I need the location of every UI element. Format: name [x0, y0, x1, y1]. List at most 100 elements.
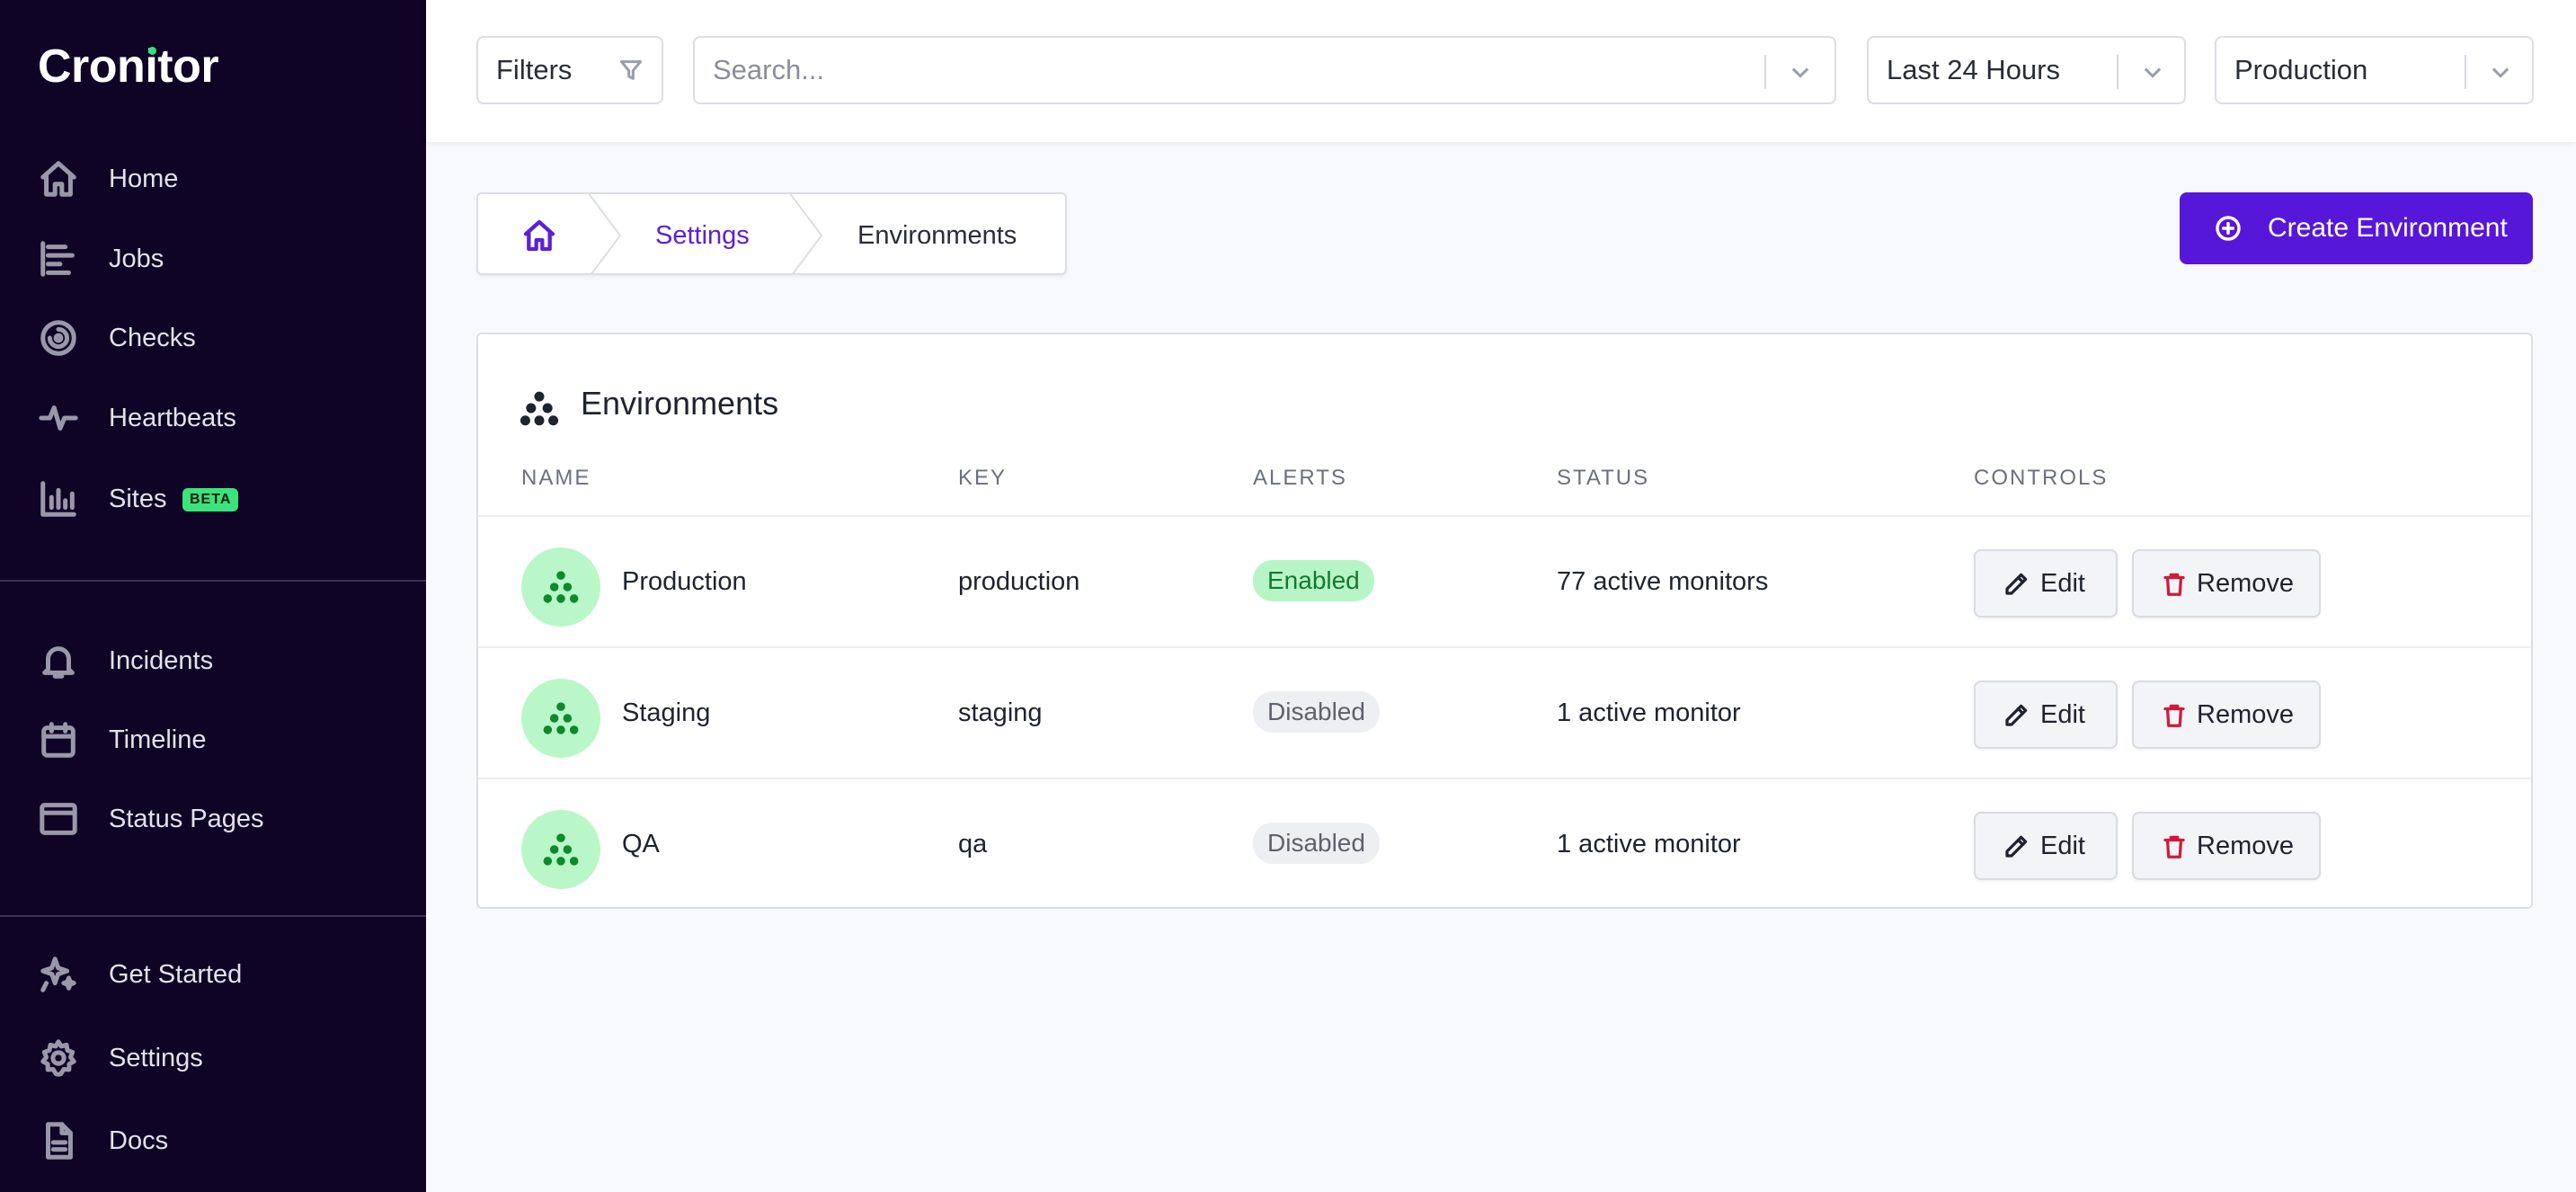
sidebar-item-label: Jobs [109, 244, 164, 273]
breadcrumb: Settings Environments [476, 192, 1067, 275]
column-header-status: STATUS [1557, 466, 1650, 490]
edit-button[interactable]: Edit [1974, 812, 2118, 880]
filters-label: Filters [496, 54, 573, 85]
pencil-icon [2003, 702, 2030, 729]
sidebar-item-label: Heartbeats [109, 403, 236, 432]
environment-icon [543, 702, 579, 734]
environment-name: Staging [622, 698, 711, 727]
heartbeat-icon [36, 396, 81, 440]
logo-dot [148, 47, 156, 55]
column-header-name: NAME [521, 466, 591, 490]
sidebar-item-sites[interactable]: Sites BETA [0, 467, 426, 530]
create-environment-button[interactable]: Create Environment [2180, 192, 2533, 264]
trash-icon [2161, 571, 2188, 598]
sidebar-item-checks[interactable]: Checks [0, 307, 426, 369]
chevron-down-icon[interactable] [1788, 59, 1813, 85]
document-icon [36, 1118, 81, 1163]
home-icon [36, 156, 81, 201]
breadcrumb-settings-link[interactable]: Settings [655, 221, 750, 251]
checks-icon [36, 316, 81, 360]
breadcrumb-separator [787, 194, 823, 273]
trash-icon [2161, 702, 2188, 729]
bell-icon [36, 638, 81, 683]
create-environment-label: Create Environment [2268, 213, 2508, 243]
sidebar-item-settings[interactable]: Settings [0, 1027, 426, 1090]
column-header-controls: CONTROLS [1974, 466, 2109, 490]
edit-button[interactable]: Edit [1974, 549, 2118, 618]
environment-value: Production [2234, 54, 2368, 85]
beta-badge: BETA [182, 488, 239, 511]
environments-card: Environments NAME KEY ALERTS STATUS CONT… [476, 333, 2533, 909]
edit-label: Edit [2040, 568, 2085, 598]
remove-button[interactable]: Remove [2132, 681, 2321, 749]
sidebar-item-label: Sites [109, 484, 167, 513]
sidebar-item-label: Docs [109, 1125, 169, 1155]
monitor-count: 1 active monitor [1557, 830, 1741, 858]
alerts-status-badge: Disabled [1253, 691, 1380, 733]
jobs-icon [36, 236, 81, 281]
sidebar-item-docs[interactable]: Docs [0, 1109, 426, 1172]
edit-label: Edit [2040, 699, 2085, 729]
sidebar-item-label: Status Pages [109, 804, 264, 833]
sidebar-item-get-started[interactable]: Get Started [0, 943, 426, 1006]
remove-label: Remove [2197, 831, 2294, 860]
environment-select[interactable]: Production [2215, 36, 2534, 104]
home-icon[interactable] [521, 218, 557, 254]
cronitor-logo[interactable]: Cronitor [38, 40, 219, 93]
filter-icon [618, 58, 644, 83]
chevron-down-icon[interactable] [2488, 59, 2513, 85]
sidebar-divider [0, 580, 426, 582]
sidebar-item-status-pages[interactable]: Status Pages [0, 787, 426, 850]
pencil-icon [2003, 833, 2030, 860]
sidebar-divider [0, 915, 426, 917]
chevron-down-icon[interactable] [2140, 59, 2165, 85]
environment-avatar [521, 810, 600, 889]
environment-key: production [958, 567, 1080, 596]
environment-icon [543, 571, 579, 603]
environment-name: Production [622, 567, 747, 596]
gear-icon [36, 1036, 81, 1081]
sidebar-item-heartbeats[interactable]: Heartbeats [0, 387, 426, 449]
select-separator [2465, 55, 2466, 89]
remove-label: Remove [2197, 568, 2294, 598]
alerts-status-badge: Disabled [1253, 823, 1380, 864]
environment-icon [543, 833, 579, 866]
monitor-count: 1 active monitor [1557, 698, 1741, 727]
breadcrumb-separator [586, 194, 622, 273]
environment-key: qa [958, 830, 988, 858]
card-title: Environments [581, 385, 779, 422]
top-bar: Filters Search... Last 24 Hours Producti… [426, 0, 2576, 142]
remove-button[interactable]: Remove [2132, 549, 2321, 618]
column-header-key: KEY [958, 466, 1008, 490]
sidebar-item-label: Settings [109, 1043, 203, 1072]
sparkles-icon [36, 952, 81, 997]
sidebar-item-label: Timeline [109, 725, 207, 754]
edit-button[interactable]: Edit [1974, 681, 2118, 749]
time-range-select[interactable]: Last 24 Hours [1867, 36, 2186, 104]
time-range-value: Last 24 Hours [1887, 54, 2060, 85]
filters-button[interactable]: Filters [476, 36, 663, 104]
table-row: Staging staging Disabled 1 active monito… [478, 646, 2531, 778]
environment-avatar [521, 547, 600, 627]
sidebar-item-jobs[interactable]: Jobs [0, 227, 426, 290]
browser-window-icon [36, 796, 81, 841]
sidebar-item-label: Home [109, 164, 179, 193]
select-separator [2117, 55, 2119, 89]
calendar-icon [36, 717, 81, 762]
sidebar: Cronitor Home Jobs Checks Heartbeats Sit… [0, 0, 426, 1192]
edit-label: Edit [2040, 831, 2085, 860]
sidebar-item-incidents[interactable]: Incidents [0, 629, 426, 692]
monitor-count: 77 active monitors [1557, 567, 1769, 596]
table-row: Production production Enabled 77 active … [478, 515, 2531, 646]
trash-icon [2161, 833, 2188, 860]
sidebar-item-home[interactable]: Home [0, 147, 426, 210]
sidebar-item-label: Incidents [109, 645, 214, 675]
environments-icon [520, 388, 559, 428]
remove-label: Remove [2197, 699, 2294, 729]
search-input[interactable]: Search... [693, 36, 1836, 104]
sidebar-item-timeline[interactable]: Timeline [0, 708, 426, 771]
environment-avatar [521, 679, 600, 758]
remove-button[interactable]: Remove [2132, 812, 2321, 880]
chart-bar-icon [36, 476, 81, 521]
search-separator [1764, 55, 1766, 89]
